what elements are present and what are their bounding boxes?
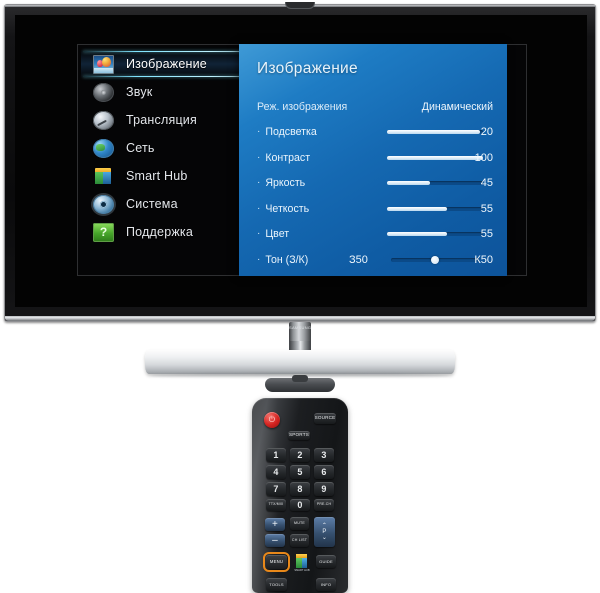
broadcast-icon <box>93 110 114 130</box>
setting-row-backlight[interactable]: · Подсветка 20 <box>239 120 507 146</box>
bullet-icon: · <box>257 151 261 163</box>
key-6[interactable]: 6 <box>314 465 334 479</box>
volume-up-button[interactable]: + <box>265 518 285 531</box>
tint-left-value: З50 <box>349 253 368 266</box>
setting-label: Подсветка <box>265 126 317 139</box>
channel-rocker[interactable]: ⌃ P ⌄ <box>314 517 335 547</box>
remote-control: ⏻ SOURCE SPORTS 1 2 3 4 5 6 7 8 9 TTX/MI… <box>252 398 348 593</box>
key-0[interactable]: 0 <box>290 499 310 511</box>
key-8[interactable]: 8 <box>290 482 310 496</box>
sidebar-item-label: Поддержка <box>126 225 194 239</box>
settings-list: Реж. изображения Динамический · Подсветк… <box>239 94 507 273</box>
smart-hub-label: SMART HUB <box>294 569 310 572</box>
setting-value: 20 <box>480 126 493 139</box>
key-4[interactable]: 4 <box>266 465 286 479</box>
bullet-icon: · <box>257 202 261 214</box>
setting-row-brightness[interactable]: · Яркость 45 <box>239 171 507 197</box>
tv-camera-icon <box>285 2 315 9</box>
osd-menu: Изображение Звук Трансляция Сеть Smart H… <box>77 44 527 276</box>
key-3[interactable]: 3 <box>314 448 334 462</box>
sports-button[interactable]: SPORTS <box>288 431 310 440</box>
picture-settings-panel: Изображение Реж. изображения Динамически… <box>239 44 507 276</box>
tv-screen: Изображение Звук Трансляция Сеть Smart H… <box>15 15 587 307</box>
setting-row-sharpness[interactable]: · Четкость 55 <box>239 196 507 222</box>
speaker-icon <box>93 82 114 102</box>
gear-icon <box>93 194 114 214</box>
guide-button[interactable]: GUIDE <box>316 555 336 568</box>
channel-down-icon: ⌄ <box>321 535 328 541</box>
help-icon <box>93 222 114 242</box>
picture-mode-row[interactable]: Реж. изображения Динамический <box>239 94 507 120</box>
key-2[interactable]: 2 <box>290 448 310 462</box>
television: Изображение Звук Трансляция Сеть Smart H… <box>4 2 596 324</box>
key-7[interactable]: 7 <box>266 482 286 496</box>
sidebar-item-label: Сеть <box>126 141 155 155</box>
screenshot-root: Изображение Звук Трансляция Сеть Smart H… <box>0 0 600 593</box>
setting-row-tint[interactable]: · Тон (З/К) З50 К50 <box>239 247 507 273</box>
tv-bezel: Изображение Звук Трансляция Сеть Smart H… <box>4 2 596 322</box>
bullet-icon: · <box>257 228 261 240</box>
picture-icon <box>93 54 114 74</box>
sidebar-item-label: Система <box>126 197 178 211</box>
setting-value: 45 <box>480 177 493 190</box>
panel-title: Изображение <box>257 60 358 77</box>
pre-ch-button[interactable]: PRE-CH <box>314 499 334 511</box>
cube-icon <box>93 167 114 186</box>
ch-list-button[interactable]: CH LIST <box>290 534 309 547</box>
bullet-icon: · <box>257 126 261 138</box>
key-1[interactable]: 1 <box>266 448 286 462</box>
tools-button[interactable]: TOOLS <box>266 578 287 591</box>
key-5[interactable]: 5 <box>290 465 310 479</box>
tv-stand-base <box>145 350 455 374</box>
source-button[interactable]: SOURCE <box>314 413 336 424</box>
setting-value: 55 <box>480 202 493 215</box>
setting-label: Четкость <box>265 202 310 215</box>
bullet-icon: · <box>257 177 261 189</box>
tint-right-value: К50 <box>474 253 493 266</box>
mute-button[interactable]: MUTE <box>290 517 309 530</box>
tv-stand-foot <box>265 378 335 392</box>
globe-icon <box>93 138 114 158</box>
setting-row-contrast[interactable]: · Контраст 100 <box>239 145 507 171</box>
sidebar-item-label: Трансляция <box>126 113 197 127</box>
smart-hub-button[interactable]: SMART HUB <box>294 554 310 572</box>
sidebar-item-label: Звук <box>126 85 153 99</box>
brand-label: SAMSUNG <box>289 325 312 330</box>
picture-mode-value: Динамический <box>421 100 493 113</box>
key-9[interactable]: 9 <box>314 482 334 496</box>
setting-label: Цвет <box>265 228 290 241</box>
setting-label: Яркость <box>265 177 306 190</box>
picture-mode-label: Реж. изображения <box>257 100 348 113</box>
sidebar-item-label: Smart Hub <box>126 169 188 183</box>
setting-label: Контраст <box>265 151 311 164</box>
volume-down-button[interactable]: – <box>265 534 285 547</box>
sidebar-item-label: Изображение <box>126 57 207 71</box>
bullet-icon: · <box>257 253 261 265</box>
tint-slider-knob[interactable] <box>431 255 439 264</box>
info-button[interactable]: INFO <box>316 578 336 591</box>
setting-value: 100 <box>474 151 493 164</box>
setting-row-color[interactable]: · Цвет 55 <box>239 222 507 248</box>
ttx-mix-button[interactable]: TTX/MIX <box>266 499 286 511</box>
setting-value: 55 <box>480 228 493 241</box>
power-button[interactable]: ⏻ <box>264 412 280 428</box>
menu-button[interactable]: MENU <box>263 552 290 572</box>
setting-label: Тон (З/К) <box>265 253 309 266</box>
